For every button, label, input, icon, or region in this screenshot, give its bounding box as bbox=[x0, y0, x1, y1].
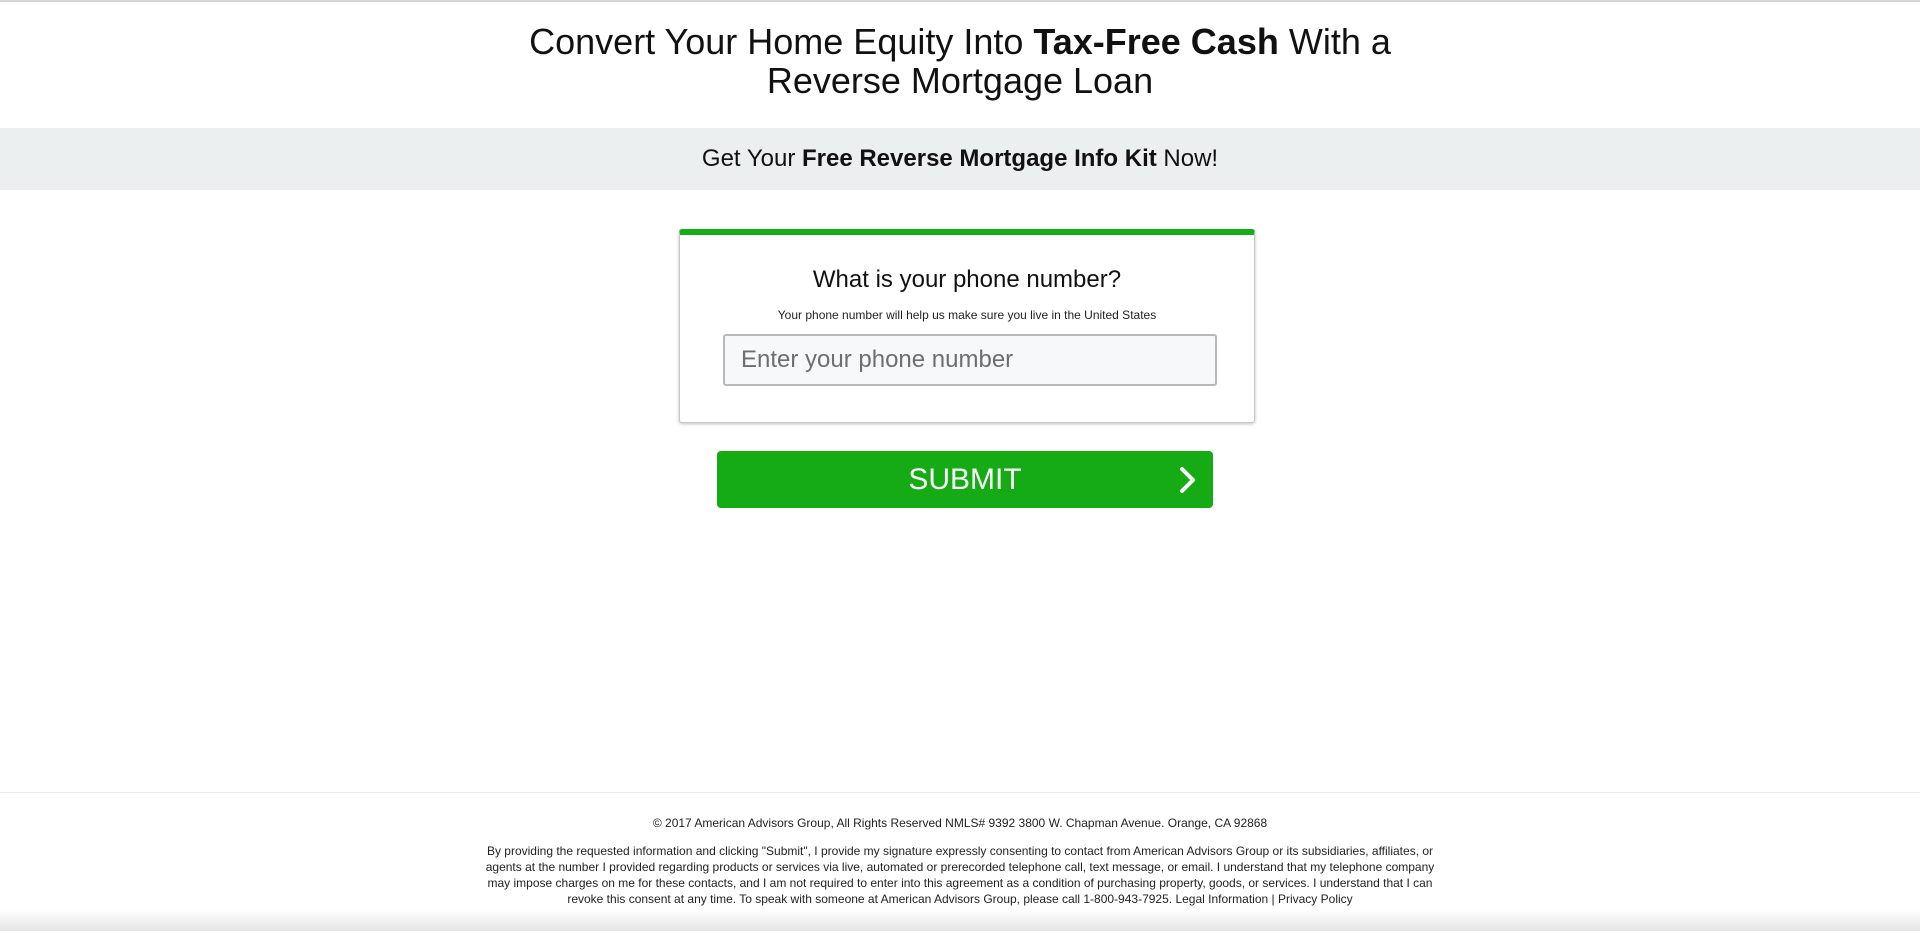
bottom-edge-shadow bbox=[0, 910, 1920, 931]
footer-divider bbox=[0, 792, 1920, 793]
page-headline: Convert Your Home Equity Into Tax-Free C… bbox=[0, 22, 1920, 100]
submit-button[interactable]: SUBMIT bbox=[717, 451, 1213, 508]
chevron-right-icon bbox=[1180, 467, 1195, 493]
headline-emphasis: Tax-Free Cash bbox=[1033, 21, 1279, 62]
form-question-title: What is your phone number? bbox=[812, 266, 1122, 293]
banner-prefix: Get Your bbox=[701, 145, 802, 172]
banner-suffix: Now! bbox=[1156, 145, 1219, 172]
headline-text-start: Convert Your Home Equity Into bbox=[529, 21, 1034, 62]
phone-number-input[interactable] bbox=[723, 334, 1217, 386]
banner-emphasis: Free Reverse Mortgage Info Kit bbox=[801, 145, 1157, 172]
footer-link-separator: | bbox=[1268, 892, 1278, 906]
top-divider bbox=[0, 0, 1920, 2]
offer-banner-text: Get Your Free Reverse Mortgage Info Kit … bbox=[0, 145, 1920, 173]
offer-banner: Get Your Free Reverse Mortgage Info Kit … bbox=[0, 128, 1920, 190]
form-question-subtitle: Your phone number will help us make sure… bbox=[777, 308, 1157, 322]
headline-text-end: With a bbox=[1278, 21, 1391, 62]
headline-line-two: Reverse Mortgage Loan bbox=[766, 60, 1154, 101]
consent-disclaimer: By providing the requested information a… bbox=[480, 843, 1440, 907]
landing-page: Convert Your Home Equity Into Tax-Free C… bbox=[0, 0, 1920, 931]
legal-information-link[interactable]: Legal Information bbox=[1175, 892, 1268, 906]
phone-form-card: What is your phone number? Your phone nu… bbox=[679, 229, 1255, 423]
privacy-policy-link[interactable]: Privacy Policy bbox=[1278, 892, 1353, 906]
submit-button-label: SUBMIT bbox=[908, 463, 1022, 496]
copyright-text: © 2017 American Advisors Group, All Righ… bbox=[652, 816, 1268, 830]
